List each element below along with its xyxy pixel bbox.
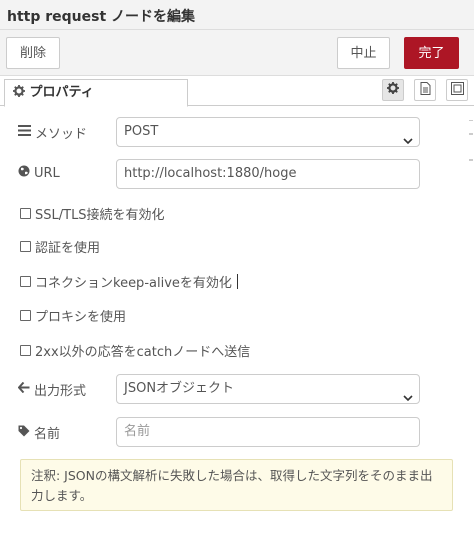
chevron-down-icon bbox=[403, 128, 413, 156]
tab-properties[interactable]: プロパティ bbox=[4, 79, 188, 107]
text-cursor bbox=[236, 274, 238, 289]
ssl-checkbox-row[interactable]: SSL/TLS接続を有効化 bbox=[20, 204, 165, 223]
ssl-checkbox-label: SSL/TLS接続を有効化 bbox=[35, 208, 165, 223]
proxy-checkbox-label: プロキシを使用 bbox=[35, 310, 127, 325]
url-row: URL http://localhost:1880/hoge bbox=[18, 159, 438, 189]
name-input[interactable]: 名前 bbox=[116, 417, 420, 447]
tag-icon bbox=[18, 425, 30, 441]
url-input[interactable]: http://localhost:1880/hoge bbox=[116, 159, 420, 189]
output-row: 出力形式 JSONオブジェクト bbox=[17, 374, 438, 404]
name-label: 名前 bbox=[18, 423, 60, 442]
url-input-value: http://localhost:1880/hoge bbox=[124, 166, 297, 181]
method-label-text: メソッド bbox=[35, 127, 88, 142]
catch-checkbox-row[interactable]: 2xx以外の応答をcatchノードへ送信 bbox=[20, 341, 250, 360]
cancel-button[interactable]: 中止 bbox=[337, 37, 390, 69]
auth-checkbox-label: 認証を使用 bbox=[35, 241, 101, 256]
output-label: 出力形式 bbox=[17, 380, 87, 399]
method-select[interactable]: POST bbox=[116, 117, 420, 147]
edge-tick bbox=[468, 119, 474, 204]
settings-tab-button[interactable] bbox=[382, 79, 404, 101]
method-select-value: POST bbox=[124, 124, 159, 139]
tabs-row: プロパティ bbox=[0, 76, 474, 107]
done-button[interactable]: 完了 bbox=[404, 37, 459, 69]
method-label: メソッド bbox=[18, 123, 87, 142]
keepalive-checkbox-row[interactable]: コネクションkeep-aliveを有効化 bbox=[20, 272, 238, 291]
proxy-checkbox[interactable] bbox=[20, 310, 31, 321]
output-select-value: JSONオブジェクト bbox=[124, 381, 235, 396]
output-select[interactable]: JSONオブジェクト bbox=[116, 374, 420, 404]
name-input-placeholder: 名前 bbox=[124, 424, 151, 439]
name-label-text: 名前 bbox=[34, 427, 61, 442]
document-icon bbox=[420, 81, 431, 99]
appearance-tab-button[interactable] bbox=[446, 79, 468, 101]
arrow-left-icon bbox=[17, 381, 30, 397]
chevron-down-icon bbox=[403, 385, 413, 413]
tab-properties-label: プロパティ bbox=[29, 85, 94, 100]
ssl-checkbox[interactable] bbox=[20, 208, 31, 219]
globe-icon bbox=[18, 165, 30, 181]
delete-button[interactable]: 削除 bbox=[6, 37, 60, 69]
tray-toolbar: 削除 中止 完了 bbox=[0, 30, 474, 76]
url-label-text: URL bbox=[34, 165, 60, 181]
url-label: URL bbox=[18, 165, 60, 181]
auth-checkbox[interactable] bbox=[20, 241, 31, 252]
keepalive-checkbox[interactable] bbox=[20, 276, 31, 287]
description-tab-button[interactable] bbox=[414, 79, 436, 101]
tray-title: http request ノードを編集 bbox=[7, 9, 196, 25]
tray-header: http request ノードを編集 bbox=[0, 0, 474, 30]
tip-text: 注釈: JSONの構文解析に失敗した場合は、取得した文字列をそのまま出力します。 bbox=[31, 468, 433, 503]
output-label-text: 出力形式 bbox=[34, 384, 87, 399]
catch-checkbox-label: 2xx以外の応答をcatchノードへ送信 bbox=[35, 345, 251, 360]
name-row: 名前 名前 bbox=[18, 417, 438, 447]
proxy-checkbox-row[interactable]: プロキシを使用 bbox=[20, 306, 126, 325]
method-row: メソッド POST bbox=[18, 117, 438, 147]
image-frame-icon bbox=[450, 81, 464, 99]
catch-checkbox[interactable] bbox=[20, 345, 31, 356]
json-parse-tip: 注釈: JSONの構文解析に失敗した場合は、取得した文字列をそのまま出力します。 bbox=[20, 459, 453, 511]
keepalive-checkbox-label: コネクションkeep-aliveを有効化 bbox=[35, 276, 232, 291]
list-icon bbox=[18, 125, 31, 140]
cog-icon bbox=[13, 85, 30, 100]
cog-icon bbox=[387, 82, 399, 98]
auth-checkbox-row[interactable]: 認証を使用 bbox=[20, 237, 100, 256]
